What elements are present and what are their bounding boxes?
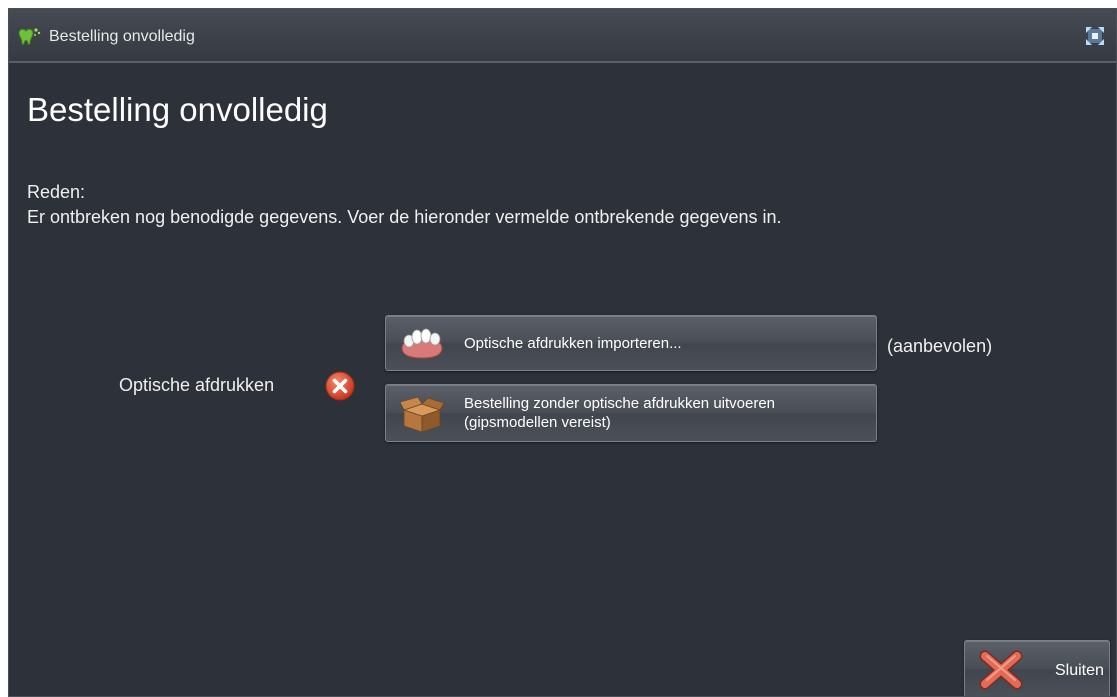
- maximize-icon[interactable]: [1084, 25, 1106, 47]
- reason-label: Reden:: [27, 182, 86, 202]
- page-title: Bestelling onvolledig: [27, 91, 328, 128]
- order-without-impressions-button[interactable]: Bestelling zonder optische afdrukken uit…: [385, 384, 877, 442]
- dialog-window: Bestelling onvolledig Bestelling onvolle…: [8, 8, 1117, 697]
- optical-impressions-label: Optische afdrukken: [119, 375, 275, 395]
- dental-model-icon: [398, 324, 446, 364]
- close-button[interactable]: Sluiten: [964, 640, 1110, 696]
- window-title: Bestelling onvolledig: [49, 28, 195, 45]
- cardboard-box-icon: [398, 394, 446, 434]
- close-button-label: Sluiten: [1055, 662, 1104, 679]
- green-tooth-icon: [15, 25, 43, 47]
- reason-text: Er ontbreken nog benodigde gegevens. Voe…: [27, 207, 782, 227]
- recommended-note: (aanbevolen): [887, 336, 993, 356]
- import-button-label: Optische afdrukken importeren...: [464, 335, 682, 352]
- title-bar: Bestelling onvolledig: [9, 9, 1116, 63]
- import-optical-impressions-button[interactable]: Optische afdrukken importeren...: [385, 315, 877, 371]
- red-x-icon: [979, 650, 1023, 690]
- error-icon: [325, 371, 355, 401]
- order-button-label: Bestelling zonder optische afdrukken uit…: [464, 394, 775, 432]
- order-button-line-1: Bestelling zonder optische afdrukken uit…: [464, 395, 776, 412]
- order-button-line-2: (gipsmodellen vereist): [464, 414, 611, 431]
